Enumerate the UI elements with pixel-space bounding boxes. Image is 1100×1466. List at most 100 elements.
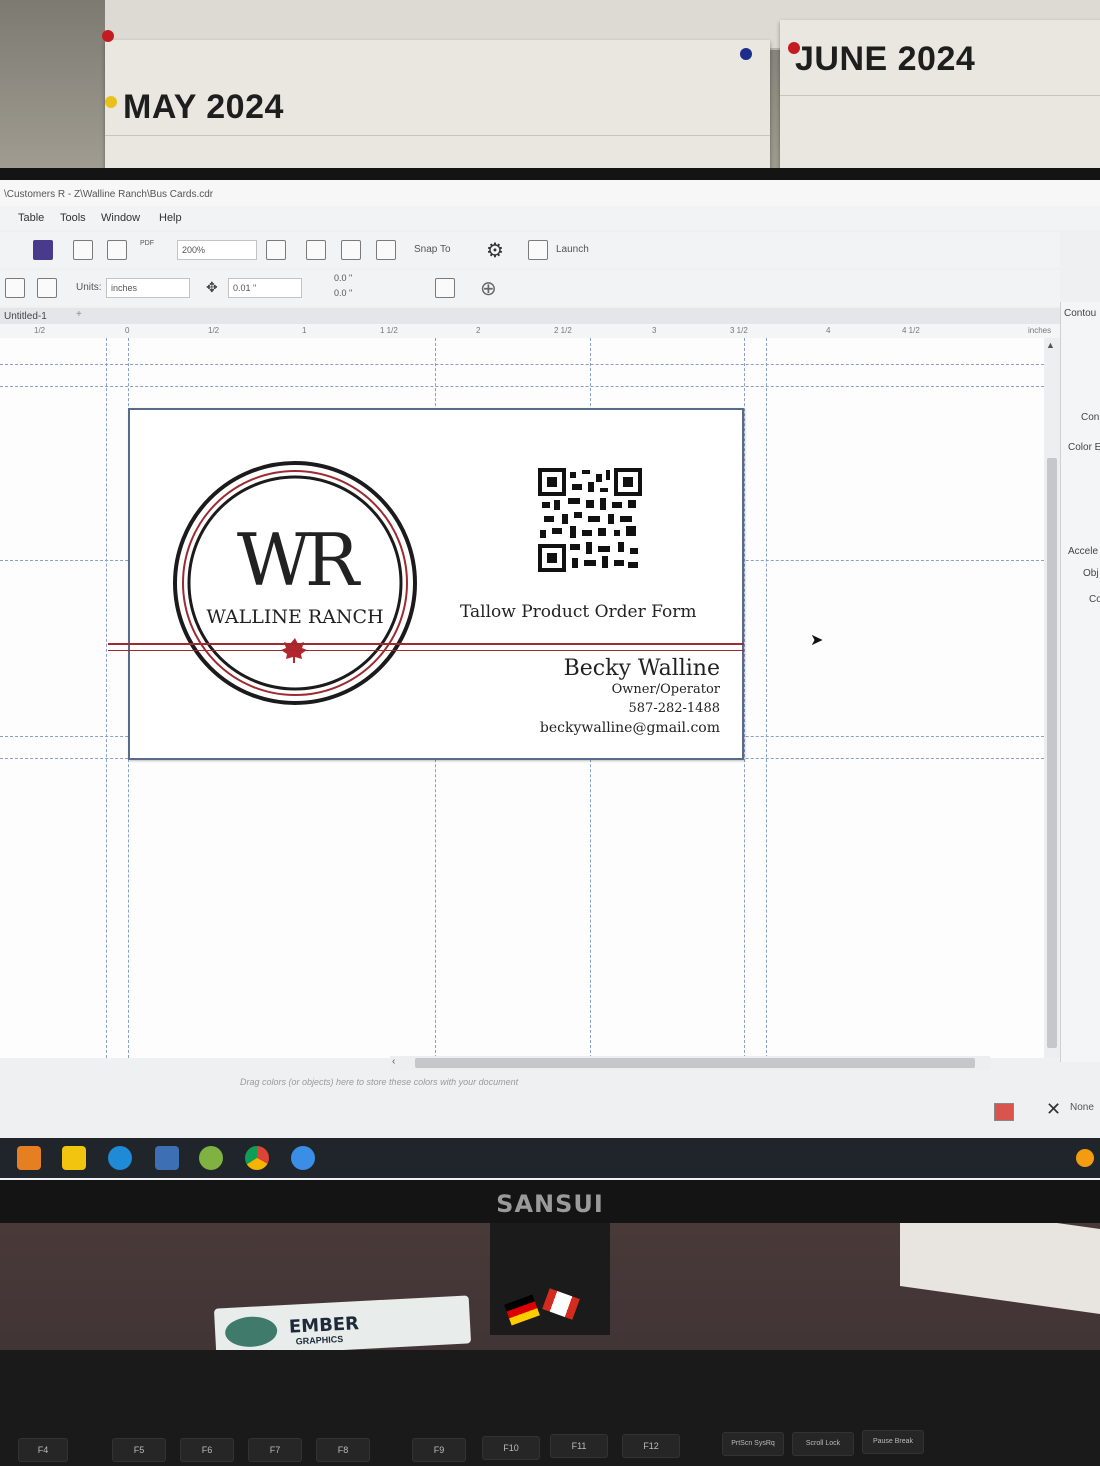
file-explorer-icon[interactable] [62,1146,86,1170]
key-f4[interactable]: F4 [18,1438,68,1462]
page-size-icon[interactable] [5,278,25,298]
fill-status-label: None [1070,1102,1094,1113]
publish-pdf-icon[interactable]: PDF [140,240,160,260]
monitor-brand-logo: SANSUI [496,1190,604,1218]
key-prtscn[interactable]: PrtScn SysRq [722,1432,784,1456]
corel-connect-icon[interactable] [33,240,53,260]
docker-label: Color E [1068,442,1100,453]
launch-dropdown[interactable]: Launch [556,244,589,255]
menu-tools[interactable]: Tools [60,212,86,224]
show-rulers-icon[interactable] [306,240,326,260]
horizontal-scrollbar[interactable]: ‹ [390,1056,990,1070]
full-screen-icon[interactable] [266,240,286,260]
menu-window[interactable]: Window [101,212,140,224]
qr-code-icon [538,468,642,572]
app-icon-blue[interactable] [291,1146,315,1170]
document-palette-hint: Drag colors (or objects) here to store t… [240,1077,519,1087]
sticker-subtitle: GRAPHICS [295,1333,344,1347]
ruler-mark: 3 1/2 [730,326,748,335]
docker-label: Con [1081,412,1100,423]
fill-none-icon[interactable]: ✕ [1046,1099,1061,1120]
business-card[interactable]: WR WALLINE RANCH Tallow Product Order Fo… [108,408,744,760]
vertical-scrollbar[interactable]: ▲ [1044,338,1060,1058]
ruler-mark: 3 [652,326,657,335]
scroll-up-icon[interactable]: ▲ [1046,340,1055,350]
logo-initials: WR [236,518,359,602]
coreldraw-icon[interactable] [199,1146,223,1170]
key-f8[interactable]: F8 [316,1438,370,1462]
ranch-logo: WR WALLINE RANCH [172,460,418,706]
import-icon[interactable] [73,240,93,260]
german-flag-icon [504,1294,540,1326]
accent-line-bottom [108,650,744,651]
menu-bar: Table Tools Window Help [0,206,1100,230]
person-role: Owner/Operator [611,682,720,697]
tab-untitled-1[interactable]: Untitled-1 [4,311,47,322]
color-manager-icon[interactable] [994,1103,1014,1121]
guideline [744,338,745,1058]
chrome-icon[interactable] [245,1146,269,1170]
page-orientation-icon[interactable] [37,278,57,298]
duplicate-distance-x[interactable]: 0.0 " [330,272,396,287]
nudge-distance-input[interactable]: 0.01 " [228,278,302,298]
menu-table[interactable]: Table [18,212,44,224]
edge-browser-icon[interactable] [108,1146,132,1170]
scroll-left-icon[interactable]: ‹ [392,1056,395,1067]
ruler-mark: 1 1/2 [380,326,398,335]
show-grid-icon[interactable] [341,240,361,260]
window-title: \Customers R - Z\Walline Ranch\Bus Cards… [0,180,1100,206]
ruler-mark: 1/2 [208,326,220,335]
vertical-scroll-thumb[interactable] [1047,458,1057,1048]
calendar-grid-line [105,135,770,136]
key-f10[interactable]: F10 [482,1436,540,1460]
red-pushpin [102,30,114,42]
add-page-icon[interactable]: ⊕ [480,276,497,301]
app-icon-orange[interactable] [17,1146,41,1170]
ruler-mark: 1 [302,326,307,335]
canadian-flag-icon [542,1288,580,1320]
key-f11[interactable]: F11 [550,1434,608,1458]
docker-label: Obj [1083,568,1099,579]
key-f5[interactable]: F5 [112,1438,166,1462]
options-gear-icon[interactable]: ⚙ [486,238,504,263]
units-select[interactable]: inches [106,278,190,298]
treat-as-filled-icon[interactable] [435,278,455,298]
zoom-level-select[interactable]: 200% [177,240,257,260]
screen: \Customers R - Z\Walline Ranch\Bus Cards… [0,180,1100,1180]
ruler-mark: 0 [125,326,130,335]
menu-help[interactable]: Help [159,212,182,224]
nudge-distance-icon: ✥ [206,279,218,295]
guideline [0,386,1044,387]
show-guidelines-icon[interactable] [376,240,396,260]
export-icon[interactable] [107,240,127,260]
logo-name: WALLINE RANCH [206,606,384,628]
key-pause[interactable]: Pause Break [862,1430,924,1454]
calculator-icon[interactable] [155,1146,179,1170]
snap-to-dropdown[interactable]: Snap To [414,244,451,255]
red-pushpin [788,42,800,54]
qr-caption: Tallow Product Order Form [460,602,697,622]
duplicate-distance-y[interactable]: 0.0 " [330,287,396,302]
keyboard: F4 F5 F6 F7 F8 F9 F10 F11 F12 PrtScn Sys… [0,1350,1100,1466]
key-f12[interactable]: F12 [622,1434,680,1458]
units-label: Units: [76,282,102,293]
accent-line-top [108,643,744,645]
application-launcher-icon[interactable] [528,240,548,260]
mouse-cursor-icon: ➤ [810,632,824,649]
horizontal-scroll-thumb[interactable] [415,1058,975,1068]
ruler-mark: 2 [476,326,481,335]
new-tab-plus-icon[interactable]: + [76,309,82,320]
docker-title: Contou [1064,308,1097,319]
key-f6[interactable]: F6 [180,1438,234,1462]
yellow-pushpin [105,96,117,108]
ruler-mark: 4 1/2 [902,326,920,335]
calendar-may: MAY 2024 [105,40,770,180]
tray-notification-icon[interactable] [1076,1149,1094,1167]
sticker-globe-icon [224,1315,278,1349]
ruler-mark: 4 [826,326,831,335]
key-f9[interactable]: F9 [412,1438,466,1462]
ruler-mark: 1/2 [34,326,46,335]
key-f7[interactable]: F7 [248,1438,302,1462]
key-scroll-lock[interactable]: Scroll Lock [792,1432,854,1456]
blue-pushpin [740,48,752,60]
